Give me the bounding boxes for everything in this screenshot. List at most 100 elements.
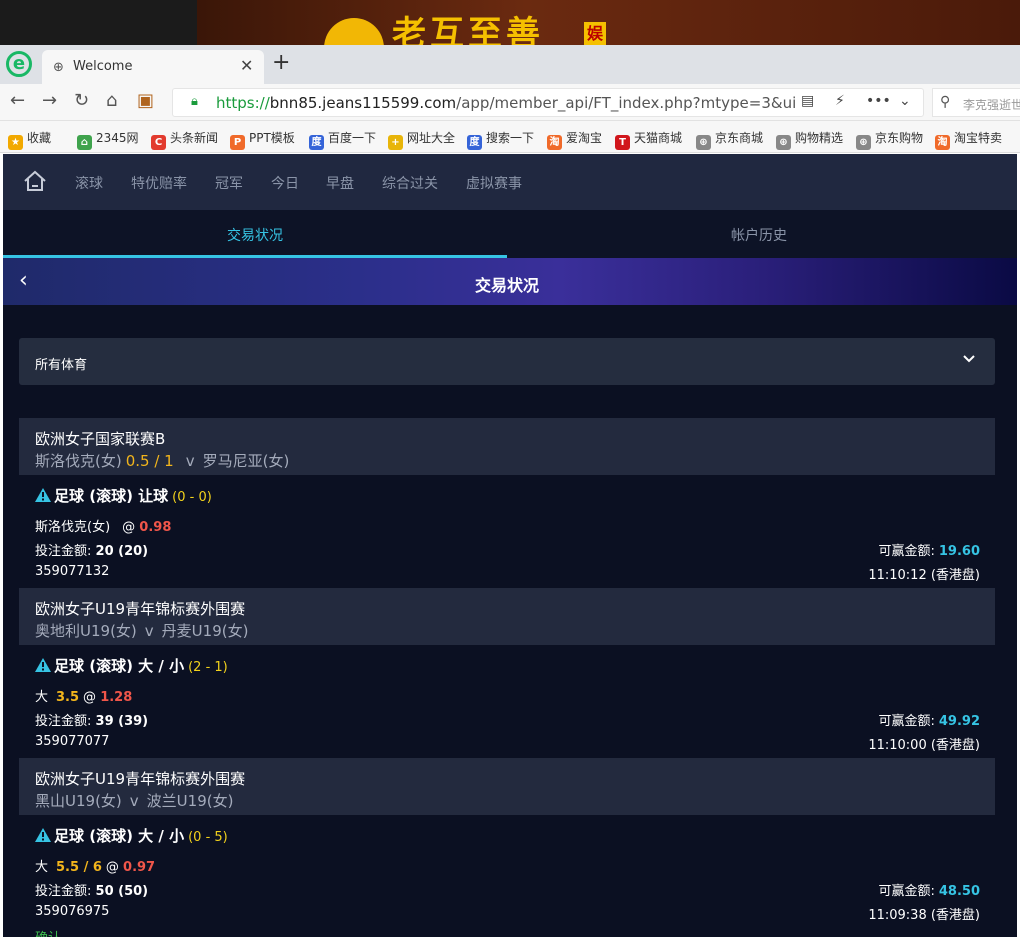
bookmark-item[interactable]: ⊕ 京东购物 [856,129,923,150]
at-symbol: @ [122,520,136,535]
bookmark-label: 头条新闻 [170,131,219,145]
chevron-down-icon [963,355,975,363]
bet-score: (0 - 0) [172,490,212,505]
sport-filter-dropdown[interactable]: 所有体育 [19,338,995,385]
bet-type: 足球 (滚球) 让球 [54,487,169,505]
address-bar[interactable]: 🔒︎ https://bnn85.jeans115599.com/app/mem… [172,88,924,117]
bookmark-item[interactable]: 淘淘宝特卖 [935,129,1002,150]
page-header: ‹ 交易状况 [3,258,1017,305]
bookmark-icon: 淘 [935,135,950,150]
bookmark-icon: T [615,135,630,150]
warning-icon [35,828,51,842]
nav-item-parlay[interactable]: 综合过关 [382,173,438,193]
lightning-icon[interactable]: ⚡ [835,93,845,109]
bookmark-icon: ★ [8,135,23,150]
selection-name: 大 [35,860,49,875]
selection-name: 斯洛伐克(女) [35,520,111,535]
nav-item-outright[interactable]: 冠军 [215,173,243,193]
home-icon[interactable]: ⌂ [106,90,117,111]
tab-account-history[interactable]: 帐户历史 [731,225,787,245]
nav-item-virtual[interactable]: 虚拟赛事 [466,173,522,193]
win-value: 49.92 [938,714,980,729]
stake-value: 20 (20) [95,544,149,559]
bet-type: 足球 (滚球) 大 / 小 [54,657,185,675]
home-icon[interactable] [23,169,47,193]
lock-icon: 🔒︎ [191,94,198,109]
bookmark-item[interactable]: + 网址大全 [388,129,455,150]
bookmark-item[interactable]: ⊕ 购物精选 [776,129,843,150]
nav-item-inplay[interactable]: 滚球 [75,173,103,193]
bookmark-label: 淘宝特卖 [954,131,1003,145]
bookmark-label: 百度一下 [328,131,377,145]
stake-label: 投注金额: [35,544,92,559]
versus-label: v [129,792,139,810]
translate-icon[interactable]: ▤ [801,93,814,109]
league-header: 欧洲女子U19青年锦标赛外围赛 黑山U19(女) v 波兰U19(女) [19,758,995,815]
bet-selection: 斯洛伐克(女) @ 0.98 [35,516,171,535]
bookmark-icon: P [230,135,245,150]
stake-value: 50 (50) [95,884,149,899]
bookmark-item[interactable]: ★ 收藏 [8,129,51,150]
stake-label: 投注金额: [35,884,92,899]
win-label: 可赢金额: [878,544,935,559]
at-symbol: @ [105,860,119,875]
bookmark-item[interactable]: C 头条新闻 [151,129,218,150]
sub-tabs: 交易状况 帐户历史 [3,210,1017,258]
bookmark-icon: 淘 [547,135,562,150]
bookmark-item[interactable]: 淘爱淘宝 [547,129,602,150]
match-teams: 黑山U19(女) v 波兰U19(女) [35,790,233,811]
bookmark-item[interactable]: ⊕ 京东商城 [696,129,763,150]
browser-search-box[interactable]: ⚲ 李克强逝世 [932,88,1020,117]
confirm-status: 确认 [35,927,61,937]
stake-label: 投注金额: [35,714,92,729]
tab-bet-status[interactable]: 交易状况 [227,225,283,245]
away-team: 罗马尼亚(女) [202,452,290,470]
bet-time: 11:10:00 (香港盘) [868,738,980,753]
bookmark-item[interactable]: ⌂ 2345网 [77,129,139,150]
bet-id: 359076975 [35,904,110,919]
nav-item-early[interactable]: 早盘 [326,173,354,193]
chevron-down-icon[interactable]: ⌄ [899,93,911,109]
win-label: 可赢金额: [878,884,935,899]
back-arrow-icon[interactable]: ← [10,90,25,111]
bet-title: 足球 (滚球) 让球 (0 - 0) [35,485,212,506]
potential-win-row: 可赢金额: 19.60 [878,540,980,559]
potential-win-row: 可赢金额: 48.50 [878,880,980,899]
bookmark-icon: + [388,135,403,150]
bookmark-item[interactable]: T 天猫商城 [615,129,682,150]
match-teams: 奥地利U19(女) v 丹麦U19(女) [35,620,248,641]
selection-line: 5.5 / 6 [56,860,102,875]
versus-label: v [185,452,195,470]
reload-icon[interactable]: ↻ [74,90,89,111]
bookmark-item[interactable]: P PPT模板 [230,129,295,150]
top-ad-banner[interactable]: 老互至善 娱 [0,0,1020,45]
page-title: 交易状况 [475,276,540,295]
bookmark-label: 天猫商城 [634,131,683,145]
versus-label: v [144,622,154,640]
nav-item-best-odds[interactable]: 特优赔率 [131,173,187,193]
at-symbol: @ [83,690,97,705]
win-label: 可赢金额: [878,714,935,729]
bet-time: 11:10:12 (香港盘) [868,568,980,583]
browser-logo-icon[interactable]: e [6,51,32,77]
briefcase-icon[interactable]: ▣ [137,90,154,111]
bookmark-item[interactable]: 度百度一下 [309,129,376,150]
tab-title: Welcome [73,59,133,74]
bet-id: 359077077 [35,734,110,749]
forward-arrow-icon[interactable]: → [42,90,57,111]
away-team: 波兰U19(女) [146,792,234,810]
bookmark-item[interactable]: 度搜索一下 [467,129,534,150]
banner-ad-image [197,0,1020,45]
nav-item-today[interactable]: 今日 [271,173,299,193]
bookmark-icon: 度 [467,135,482,150]
league-header: 欧洲女子国家联赛B 斯洛伐克(女) 0.5 / 1 v 罗马尼亚(女) [19,418,995,475]
bookmark-label: 网址大全 [407,131,456,145]
back-chevron-icon[interactable]: ‹ [19,268,28,293]
browser-tab-welcome[interactable]: ⊕ Welcome ✕ [42,50,264,84]
filter-selected-value: 所有体育 [35,358,88,373]
close-icon[interactable]: ✕ [240,56,253,75]
betting-page: 滚球 特优赔率 冠军 今日 早盘 综合过关 虚拟赛事 交易状况 帐户历史 ‹ 交… [3,154,1017,937]
url-text[interactable]: https://bnn85.jeans115599.com/app/member… [216,94,796,112]
more-icon[interactable]: ••• [866,93,891,109]
new-tab-button[interactable]: + [272,50,290,75]
